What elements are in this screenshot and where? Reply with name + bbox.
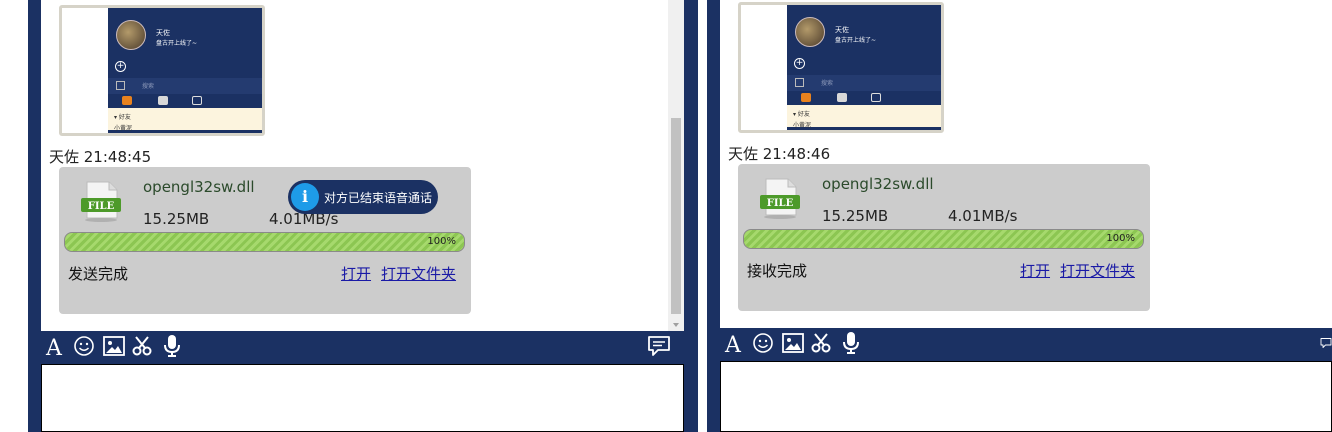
mini-app-preview: 天佐 盘古开上线了~ + 搜索 ▾ 好友 小黄泥 [787,5,941,130]
progress-bar: 100% [64,232,465,252]
image-icon[interactable] [101,333,127,359]
open-file-link[interactable]: 打开 [341,263,371,284]
mini-contact-icon [801,93,811,102]
mini-tabs [787,91,941,105]
mini-signature: 盘古开上线了~ [156,40,198,47]
mini-search: 搜索 [787,75,941,91]
file-icon: FILE [760,178,800,219]
image-icon[interactable] [780,330,806,356]
mini-friend-group: ▾ 好友 小黄泥 [787,105,941,129]
right-message-area[interactable]: 天佐 盘古开上线了~ + 搜索 ▾ 好友 小黄泥 天佐 21:48:46 FIL… [720,0,1332,328]
file-icon: FILE [81,181,121,222]
mini-row-label: 小黄泥 [793,122,812,129]
mini-search-text: 搜索 [142,83,155,90]
voice-call-ended-toast: i 对方已结束语音通话 [288,180,438,214]
mini-avatar [116,20,146,50]
toast-text: 对方已结束语音通话 [324,191,433,205]
message-input[interactable] [720,361,1332,432]
mini-chat-icon [192,96,202,105]
mini-signature: 盘古开上线了~ [835,37,877,44]
mini-contact-icon [122,96,132,105]
left-message-area[interactable]: 天佐 盘古开上线了~ + 搜索 ▾ 好友 小黄泥 天佐 21:48:45 FIL… [41,0,684,331]
message-input[interactable] [41,364,684,432]
page: 天佐 盘古开上线了~ + 搜索 ▾ 好友 小黄泥 天佐 21:48:45 FIL… [0,0,1332,432]
mini-search-icon [116,81,125,90]
mini-search: 搜索 [108,78,262,94]
svg-text:A: A [724,333,742,355]
chat-history-icon[interactable] [646,333,672,359]
mini-name: 天佐 [156,29,170,37]
mini-row-label: 小黄泥 [114,125,133,132]
scroll-down-arrow-icon[interactable] [673,323,679,327]
mini-chat-icon [871,93,881,102]
screenshot-thumbnail[interactable]: 天佐 盘古开上线了~ + 搜索 ▾ 好友 小黄泥 [738,2,944,133]
emoji-icon[interactable] [71,333,97,359]
progress-label: 100% [427,236,456,247]
mini-group-icon [837,93,847,102]
microphone-icon[interactable] [159,333,185,359]
microphone-icon[interactable] [838,330,864,356]
mini-search-icon [795,78,804,87]
mini-search-text: 搜索 [821,80,834,87]
mini-app-preview: 天佐 盘古开上线了~ + 搜索 ▾ 好友 小黄泥 [108,8,262,133]
emoji-icon[interactable] [750,330,776,356]
mini-avatar [795,17,825,47]
progress-label: 100% [1106,233,1135,244]
mini-group-label: ▾ 好友 [793,111,810,118]
chat-history-icon[interactable] [1320,330,1332,356]
font-icon[interactable]: A [41,333,67,359]
svg-text:A: A [45,336,63,358]
sender-line: 天佐 21:48:46 [728,145,831,163]
chat-toolbar: A [720,328,1332,358]
progress-fill [744,230,1143,248]
scrollbar-thumb[interactable] [671,118,681,314]
mini-plus-icon: + [794,58,805,69]
mini-group-icon [158,96,168,105]
right-chat-window: 天佐 盘古开上线了~ + 搜索 ▾ 好友 小黄泥 天佐 21:48:46 FIL… [707,0,1332,432]
progress-fill [65,233,464,251]
open-folder-link[interactable]: 打开文件夹 [381,263,456,284]
mini-group-label: ▾ 好友 [114,114,131,121]
chat-toolbar: A [41,331,684,361]
progress-bar: 100% [743,229,1144,249]
mini-tabs [108,94,262,108]
scissors-icon[interactable] [808,330,834,356]
info-icon: i [291,183,319,211]
file-name: opengl32sw.dll [143,178,255,196]
file-size: 15.25MB [822,207,889,225]
transfer-speed: 4.01MB/s [948,207,1018,225]
open-folder-link[interactable]: 打开文件夹 [1060,260,1135,281]
left-chat-window: 天佐 盘古开上线了~ + 搜索 ▾ 好友 小黄泥 天佐 21:48:45 FIL… [28,0,698,432]
mini-friend-group: ▾ 好友 小黄泥 [108,108,262,132]
transfer-status: 接收完成 [747,262,808,280]
svg-text:FILE: FILE [767,198,794,209]
file-size: 15.25MB [143,210,210,228]
open-file-link[interactable]: 打开 [1020,260,1050,281]
scrollbar[interactable] [668,0,684,331]
scissors-icon[interactable] [129,333,155,359]
font-icon[interactable]: A [720,330,746,356]
sender-line: 天佐 21:48:45 [49,148,152,166]
mini-name: 天佐 [835,26,849,34]
file-transfer-card: FILE opengl32sw.dll 15.25MB 4.01MB/s 100… [738,164,1150,311]
transfer-status: 发送完成 [68,265,129,283]
file-name: opengl32sw.dll [822,175,934,193]
mini-plus-icon: + [115,61,126,72]
screenshot-thumbnail[interactable]: 天佐 盘古开上线了~ + 搜索 ▾ 好友 小黄泥 [59,5,265,136]
svg-text:FILE: FILE [88,201,115,212]
